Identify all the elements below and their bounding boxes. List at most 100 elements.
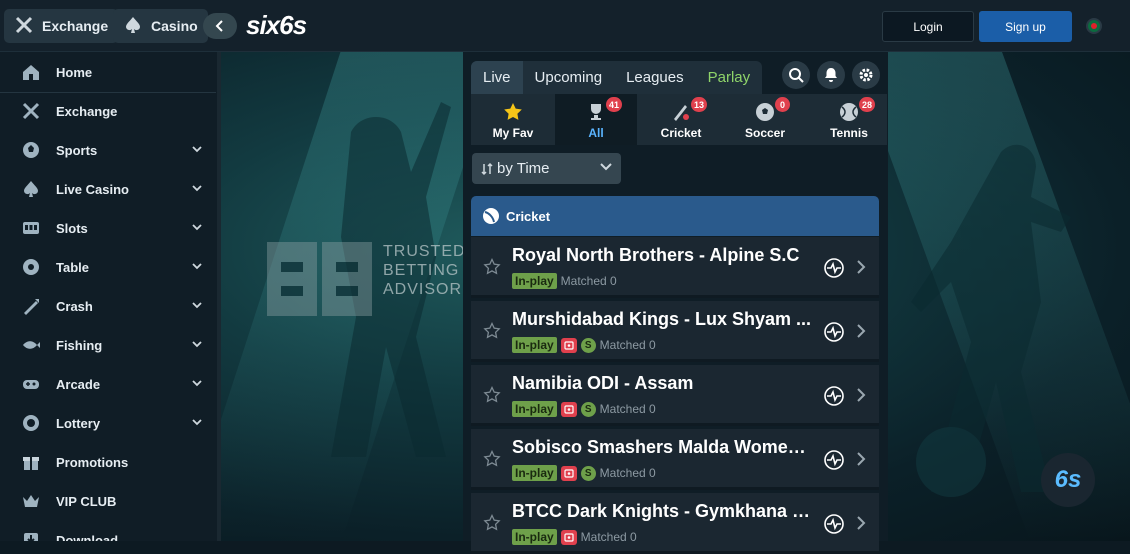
sidebar-item-sports[interactable]: Sports <box>0 131 216 169</box>
live-stream-icon <box>560 401 577 417</box>
inplay-badge: In-play <box>512 337 557 353</box>
match-row[interactable]: Sobisco Smashers Malda Women ... In-play S… <box>471 429 879 490</box>
watermark-line: ADVISOR <box>383 281 463 298</box>
sidebar-item-label: Download <box>56 532 119 542</box>
sidebar-item-table[interactable]: Table <box>0 248 216 286</box>
home-icon <box>21 62 41 82</box>
sport-filter-tennis[interactable]: Tennis 28 <box>807 94 891 145</box>
favorite-star-icon[interactable] <box>483 258 501 276</box>
arcade-icon <box>21 374 41 394</box>
sort-select[interactable]: by Time <box>472 153 621 184</box>
promotions-icon <box>21 452 41 472</box>
matched-amount: Matched 0 <box>560 274 617 288</box>
sidebar-item-fishing[interactable]: Fishing <box>0 326 216 364</box>
chevron-down-icon <box>192 146 202 153</box>
favorite-star-icon[interactable] <box>483 386 501 404</box>
tab-parlay[interactable]: Parlay <box>696 61 763 94</box>
matched-amount: Matched 0 <box>580 530 637 544</box>
watermark-line: BETTING <box>383 262 460 279</box>
star-icon <box>504 103 522 120</box>
login-button[interactable]: Login <box>882 11 974 42</box>
inplay-badge: In-play <box>512 529 557 545</box>
cricket-ball-icon <box>483 208 499 224</box>
category-header[interactable]: Cricket <box>471 196 879 236</box>
chevron-down-icon <box>192 224 202 231</box>
sport-filter-label: All <box>588 126 604 140</box>
chevron-down-icon <box>192 185 202 192</box>
live-pulse-icon <box>824 258 844 278</box>
exchange-nav-button[interactable]: Exchange <box>4 9 119 43</box>
sidebar-item-download[interactable]: Download <box>0 521 216 541</box>
spade-icon <box>123 15 143 38</box>
table-icon <box>21 257 41 277</box>
sport-count-badge: 41 <box>606 97 623 112</box>
sidebar-item-label: Promotions <box>56 454 129 470</box>
sidebar-item-home[interactable]: Home <box>0 53 216 91</box>
tba-logo-icon <box>267 242 372 316</box>
tennis-icon <box>840 103 858 121</box>
sort-icon <box>481 162 493 175</box>
vip-icon <box>21 491 41 511</box>
inplay-badge: In-play <box>512 401 557 417</box>
sports-icon <box>21 140 41 160</box>
search-button[interactable] <box>782 61 810 89</box>
sidebar-item-vip-club[interactable]: VIP CLUB <box>0 482 216 520</box>
sidebar-item-crash[interactable]: Crash <box>0 287 216 325</box>
six6s-floating-badge[interactable]: 6s <box>1041 453 1095 507</box>
sport-filter-all[interactable]: All 41 <box>555 94 637 145</box>
settings-button[interactable] <box>852 61 880 89</box>
fishing-icon <box>21 335 41 355</box>
live-pulse-icon <box>824 386 844 406</box>
sidebar-item-lottery[interactable]: Lottery <box>0 404 216 442</box>
tab-leagues[interactable]: Leagues <box>614 61 696 94</box>
tab-live[interactable]: Live <box>471 61 523 94</box>
search-icon <box>789 68 804 83</box>
sidebar-item-exchange[interactable]: Exchange <box>0 92 216 130</box>
sport-count-badge: 0 <box>775 97 790 112</box>
chevron-right-icon <box>857 516 866 530</box>
live-pulse-icon <box>824 450 844 470</box>
casino-nav-button[interactable]: Casino <box>113 9 208 43</box>
site-logo[interactable]: six6s <box>246 10 307 41</box>
signup-button[interactable]: Sign up <box>979 11 1072 42</box>
logo-text: six6s <box>246 10 307 40</box>
sport-filter-cricket[interactable]: Cricket 13 <box>639 94 723 145</box>
sidebar-item-arcade[interactable]: Arcade <box>0 365 216 403</box>
match-meta: In-play Matched 0 <box>512 529 637 545</box>
sidebar-item-promotions[interactable]: Promotions <box>0 443 216 481</box>
sport-filter-my-fav[interactable]: My Fav <box>471 94 555 145</box>
favorite-star-icon[interactable] <box>483 322 501 340</box>
tab-upcoming[interactable]: Upcoming <box>523 61 615 94</box>
crash-icon <box>21 296 41 316</box>
match-meta: In-play Matched 0 <box>512 273 617 289</box>
sport-filter-label: My Fav <box>492 126 534 140</box>
sidebar-item-slots[interactable]: Slots <box>0 209 216 247</box>
soccer-icon <box>756 103 774 121</box>
match-title: Namibia ODI - Assam <box>512 373 694 393</box>
notifications-button[interactable] <box>817 61 845 89</box>
match-title: Murshidabad Kings - Lux Shyam ... <box>512 309 812 329</box>
favorite-star-icon[interactable] <box>483 450 501 468</box>
match-row[interactable]: Murshidabad Kings - Lux Shyam ... In-play… <box>471 301 879 362</box>
match-meta: In-play S Matched 0 <box>512 401 656 417</box>
live-stream-icon <box>560 337 577 353</box>
trophy-icon <box>591 104 601 120</box>
sidebar-item-label: Table <box>56 259 89 275</box>
chevron-down-icon <box>600 163 612 171</box>
collapse-sidebar-button[interactable] <box>203 13 237 39</box>
matched-amount: Matched 0 <box>599 338 656 352</box>
match-row[interactable]: Namibia ODI - Assam In-play S Matched 0 <box>471 365 879 426</box>
sport-filter-soccer[interactable]: Soccer 0 <box>723 94 807 145</box>
match-title: BTCC Dark Knights - Gymkhana G... <box>512 501 812 521</box>
category-label: Cricket <box>506 208 551 224</box>
sport-count-badge: 13 <box>691 97 708 112</box>
chevron-down-icon <box>192 263 202 270</box>
match-row[interactable]: BTCC Dark Knights - Gymkhana G... In-play… <box>471 493 879 554</box>
sidebar-item-live-casino[interactable]: Live Casino <box>0 170 216 208</box>
sport-filter-label: Soccer <box>744 126 786 140</box>
favorite-star-icon[interactable] <box>483 514 501 532</box>
sidebar-item-label: Slots <box>56 220 88 236</box>
language-flag-icon[interactable] <box>1086 18 1102 34</box>
match-row[interactable]: Royal North Brothers - Alpine S.C In-play… <box>471 237 879 298</box>
live-casino-icon <box>21 179 41 199</box>
